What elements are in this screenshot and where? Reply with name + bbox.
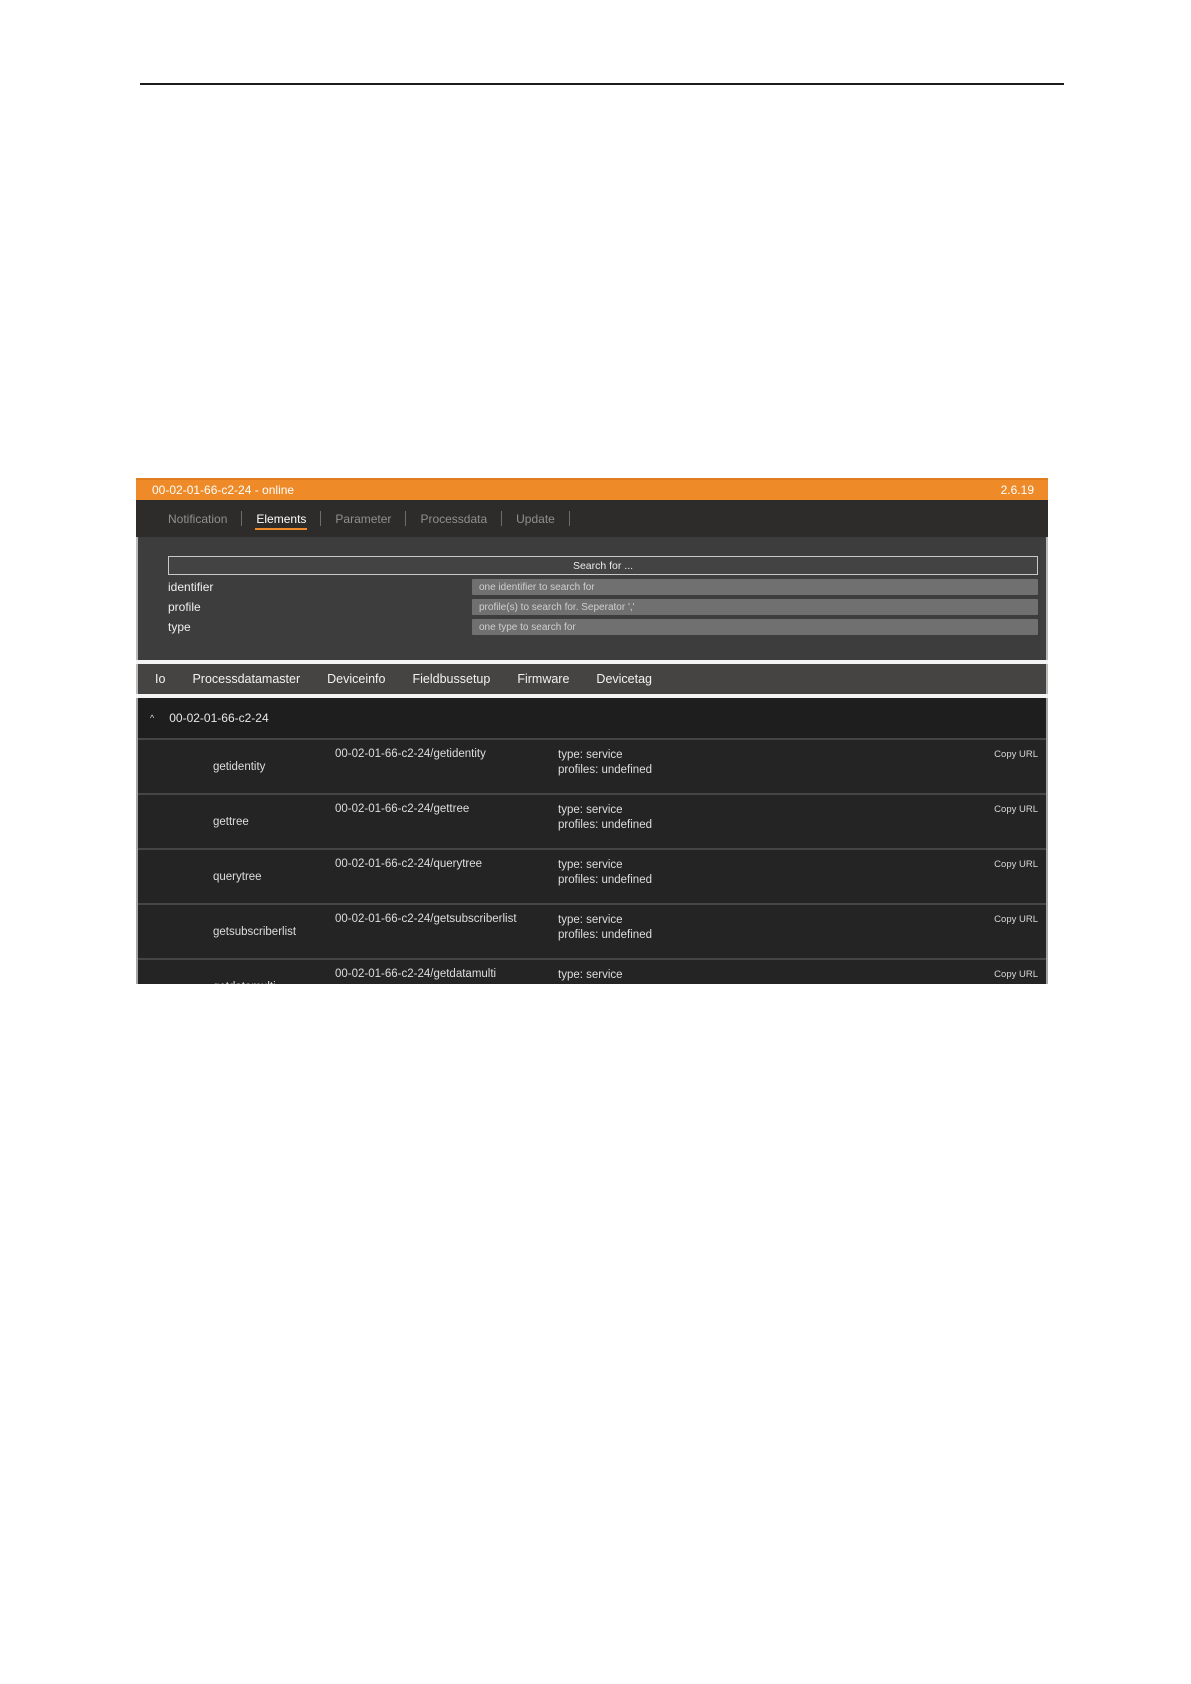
element-name: getdatamulti	[213, 981, 335, 985]
elements-list: ^ 00-02-01-66-c2-24 getidentity 00-02-01…	[136, 698, 1048, 984]
element-type: type: service	[558, 749, 623, 761]
identifier-input[interactable]	[472, 579, 1038, 595]
tab-parameter[interactable]: Parameter	[334, 508, 392, 530]
menu-item-processdatamaster[interactable]: Processdatamaster	[192, 672, 300, 686]
type-input[interactable]	[472, 619, 1038, 635]
element-path: 00-02-01-66-c2-24/querytree	[335, 850, 558, 903]
element-name: getidentity	[213, 761, 335, 773]
element-type: type: service	[558, 914, 623, 926]
tab-separator	[501, 511, 502, 526]
element-name: gettree	[213, 816, 335, 828]
tab-elements[interactable]: Elements	[255, 508, 307, 530]
device-web-ui-window: 00-02-01-66-c2-24 - online 2.6.19 Notifi…	[136, 478, 1048, 984]
copy-url-button[interactable]: Copy URL	[994, 850, 1046, 903]
element-path: 00-02-01-66-c2-24/getsubscriberlist	[335, 905, 558, 958]
element-row-getsubscriberlist[interactable]: getsubscriberlist 00-02-01-66-c2-24/gets…	[138, 903, 1046, 958]
tab-separator	[241, 511, 242, 526]
menu-item-firmware[interactable]: Firmware	[517, 672, 569, 686]
main-tabbar: Notification Elements Parameter Processd…	[136, 500, 1048, 537]
copy-url-button[interactable]: Copy URL	[994, 795, 1046, 848]
search-panel: Search for ... identifier profile type	[136, 537, 1048, 660]
firmware-version: 2.6.19	[1001, 483, 1034, 497]
element-meta: type: service profiles: undefined	[558, 905, 994, 958]
element-meta: type: service profiles: undefined	[558, 740, 994, 793]
element-profiles: profiles: undefined	[558, 929, 652, 941]
type-label: type	[168, 620, 472, 634]
element-path: 00-02-01-66-c2-24/getdatamulti	[335, 960, 558, 984]
element-type: type: service	[558, 859, 623, 871]
type-field-row: type	[168, 619, 1038, 635]
identifier-label: identifier	[168, 580, 472, 594]
titlebar: 00-02-01-66-c2-24 - online 2.6.19	[136, 478, 1048, 500]
tab-separator	[320, 511, 321, 526]
page-header-rule	[140, 83, 1064, 85]
tab-update[interactable]: Update	[515, 508, 556, 530]
element-profiles: profiles: undefined	[558, 764, 652, 776]
element-name: querytree	[213, 871, 335, 883]
identifier-field-row: identifier	[168, 579, 1038, 595]
element-name: getsubscriberlist	[213, 926, 335, 938]
element-meta: type: service profiles: undefined	[558, 850, 994, 903]
element-profiles: profiles: undefined	[558, 819, 652, 831]
element-profiles: profiles: undefined	[558, 874, 652, 886]
element-row-getidentity[interactable]: getidentity 00-02-01-66-c2-24/getidentit…	[138, 738, 1046, 793]
element-meta: type: service profiles: undefined	[558, 795, 994, 848]
search-for-button[interactable]: Search for ...	[168, 556, 1038, 575]
collapse-caret-icon[interactable]: ^	[150, 714, 154, 723]
menu-item-deviceinfo[interactable]: Deviceinfo	[327, 672, 385, 686]
element-meta: type: service profiles: undefined	[558, 960, 994, 984]
profile-field-row: profile	[168, 599, 1038, 615]
element-row-getdatamulti[interactable]: getdatamulti 00-02-01-66-c2-24/getdatamu…	[138, 958, 1046, 984]
tab-notification[interactable]: Notification	[167, 508, 228, 530]
tree-root-header[interactable]: ^ 00-02-01-66-c2-24	[138, 698, 1046, 738]
element-type: type: service	[558, 969, 623, 981]
copy-url-button[interactable]: Copy URL	[994, 960, 1046, 984]
element-path: 00-02-01-66-c2-24/gettree	[335, 795, 558, 848]
category-menubar: Io Processdatamaster Deviceinfo Fieldbus…	[136, 664, 1048, 694]
element-row-querytree[interactable]: querytree 00-02-01-66-c2-24/querytree ty…	[138, 848, 1046, 903]
copy-url-button[interactable]: Copy URL	[994, 740, 1046, 793]
device-status-title: 00-02-01-66-c2-24 - online	[152, 483, 294, 497]
tree-root-label: 00-02-01-66-c2-24	[169, 711, 268, 725]
tab-separator	[405, 511, 406, 526]
element-path: 00-02-01-66-c2-24/getidentity	[335, 740, 558, 793]
tab-processdata[interactable]: Processdata	[419, 508, 488, 530]
profile-input[interactable]	[472, 599, 1038, 615]
tab-separator	[569, 511, 570, 526]
menu-item-io[interactable]: Io	[155, 672, 165, 686]
menu-item-fieldbussetup[interactable]: Fieldbussetup	[413, 672, 491, 686]
element-type: type: service	[558, 804, 623, 816]
element-row-gettree[interactable]: gettree 00-02-01-66-c2-24/gettree type: …	[138, 793, 1046, 848]
copy-url-button[interactable]: Copy URL	[994, 905, 1046, 958]
profile-label: profile	[168, 600, 472, 614]
menu-item-devicetag[interactable]: Devicetag	[596, 672, 652, 686]
